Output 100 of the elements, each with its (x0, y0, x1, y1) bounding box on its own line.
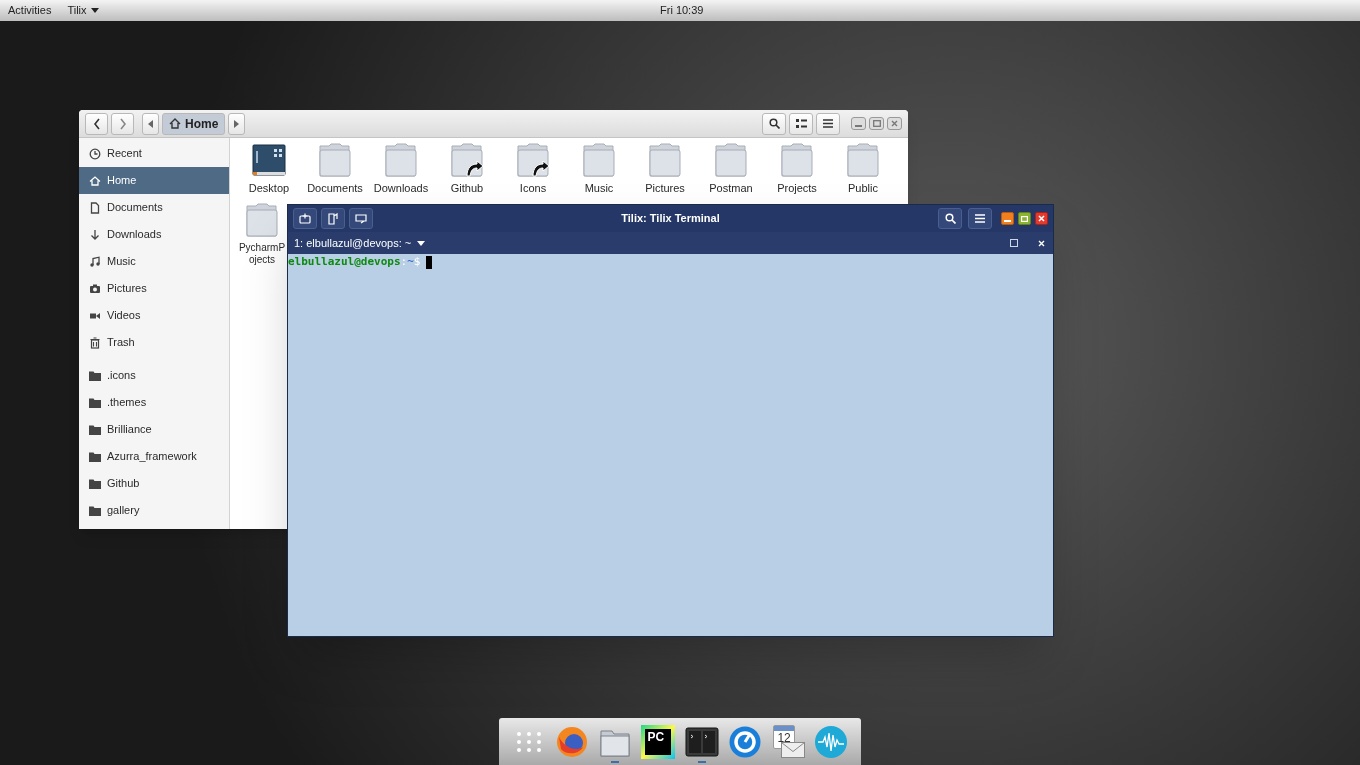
folder-icon (89, 451, 101, 462)
minimize-button[interactable] (1001, 212, 1014, 225)
sidebar-item[interactable]: .themes (79, 389, 229, 416)
chevron-left-icon (92, 117, 101, 130)
document-icon (89, 201, 101, 214)
file-item[interactable]: Github (434, 142, 500, 202)
close-icon (891, 120, 898, 127)
folder-icon (582, 142, 616, 178)
close-button[interactable] (1035, 212, 1048, 225)
sidebar-item[interactable]: Documents (79, 194, 229, 221)
sidebar-item[interactable]: Downloads (79, 221, 229, 248)
shell-prompt: elbullazul@devops:~$ (288, 255, 421, 269)
file-item[interactable]: Postman (698, 142, 764, 202)
folder-icon (648, 142, 682, 178)
file-item[interactable]: Desktop (236, 142, 302, 202)
file-item[interactable]: PycharmP ojects (238, 202, 286, 266)
sidebar-item[interactable]: Home (79, 167, 229, 194)
camera-icon (89, 282, 101, 295)
terminal-icon (684, 726, 719, 757)
folder-icon (245, 202, 279, 238)
triangle-left-icon (148, 119, 153, 128)
folder-icon (714, 142, 748, 178)
back-button[interactable] (85, 112, 108, 135)
menu-button[interactable] (968, 208, 992, 229)
menu-button[interactable] (816, 112, 840, 135)
path-right-button[interactable] (228, 112, 246, 135)
maximize-icon (1021, 215, 1028, 222)
folder-icon (89, 478, 101, 489)
minimize-icon (855, 125, 862, 127)
sidebar-item[interactable]: Brilliance (79, 416, 229, 443)
caret-icon (90, 8, 99, 13)
folder-icon (384, 142, 418, 178)
triangle-right-icon (234, 119, 240, 128)
menu-icon (823, 119, 833, 128)
folder-icon (780, 142, 814, 178)
menu-icon (975, 214, 985, 223)
cursor (426, 255, 433, 269)
folder-icon (89, 505, 101, 516)
maximize-button[interactable] (1018, 212, 1031, 225)
fox-globe-icon (554, 724, 589, 759)
sidebar-item[interactable]: gallery (79, 497, 229, 524)
sidebar-item[interactable]: Music (79, 248, 229, 275)
file-item[interactable]: Icons (500, 142, 566, 202)
folder-icon (89, 424, 101, 435)
search-icon (768, 118, 780, 129)
close-terminal-button[interactable] (1038, 239, 1045, 247)
chevron-right-icon (118, 117, 127, 130)
file-item[interactable]: Projects (764, 142, 830, 202)
sidebar-item[interactable]: .icons (79, 362, 229, 389)
search-button[interactable] (938, 208, 962, 229)
minimize-icon (1004, 220, 1011, 222)
file-item[interactable]: Pictures (632, 142, 698, 202)
caret-icon (417, 240, 426, 246)
maximize-icon (872, 120, 881, 127)
folder-icon (318, 142, 352, 178)
sidebar-item[interactable]: Pictures (79, 275, 229, 302)
close-icon (1038, 215, 1045, 222)
split-icon (355, 213, 367, 224)
running-indicator (611, 760, 620, 763)
app-menu[interactable]: Tilix (67, 2, 99, 19)
split-right-button[interactable] (349, 208, 373, 229)
file-item[interactable]: Public (830, 142, 896, 202)
sidebar-item[interactable]: Trash (79, 329, 229, 356)
maximize-terminal-button[interactable] (1010, 239, 1018, 247)
file-item[interactable]: Music (566, 142, 632, 202)
split-icon (327, 212, 339, 225)
split-down-button[interactable] (321, 208, 345, 229)
sidebar-item[interactable]: Videos (79, 302, 229, 329)
path-button[interactable]: Home (162, 112, 226, 135)
clock[interactable]: Fri 10:39 (660, 2, 704, 19)
file-item[interactable]: Downloads (368, 142, 434, 202)
folder-shortcut-icon (516, 142, 550, 178)
home-icon (89, 174, 101, 187)
search-button[interactable] (762, 112, 786, 135)
music-icon (89, 255, 101, 268)
add-terminal-button[interactable] (293, 208, 317, 229)
activities-button[interactable]: Activities (8, 2, 52, 19)
terminal-add-icon (299, 213, 311, 224)
list-view-icon (795, 119, 807, 128)
trash-icon (89, 336, 101, 349)
path-left-button[interactable] (142, 112, 159, 135)
waveform-icon (814, 724, 849, 759)
desktop-folder-icon (252, 142, 286, 178)
maximize-button[interactable] (869, 117, 884, 130)
sidebar-item[interactable]: Azurra_framework (79, 443, 229, 470)
download-icon (89, 228, 101, 241)
minimize-button[interactable] (851, 117, 866, 130)
window-title: Tilix: Tilix Terminal (620, 211, 721, 227)
folder-icon (89, 397, 101, 408)
folder-shortcut-icon (450, 142, 484, 178)
running-indicator (697, 760, 706, 763)
sidebar-item[interactable]: Recent (79, 140, 229, 167)
folder-icon (89, 370, 101, 381)
file-item[interactable]: Documents (302, 142, 368, 202)
sidebar-item[interactable]: Github (79, 470, 229, 497)
folder-icon (846, 142, 880, 178)
envelope-icon (781, 741, 806, 758)
view-button[interactable] (789, 112, 813, 135)
session-title[interactable]: 1: elbullazul@devops: ~ (294, 234, 412, 252)
timer-icon (727, 724, 762, 759)
